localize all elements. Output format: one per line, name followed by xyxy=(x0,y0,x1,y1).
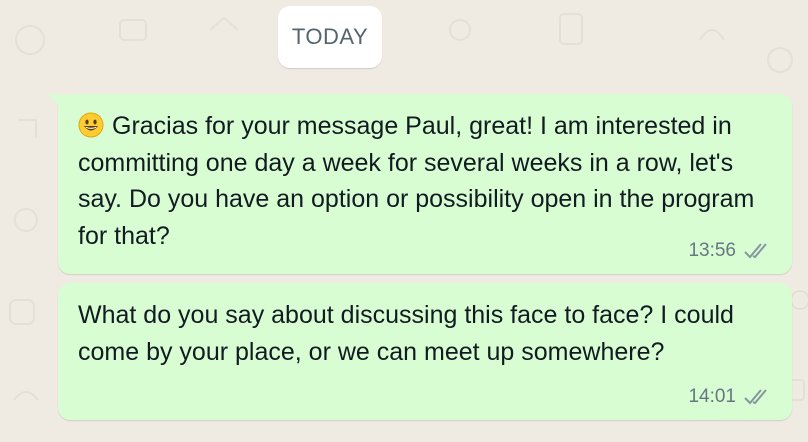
day-separator-today: TODAY xyxy=(278,6,382,68)
grinning-face-emoji-icon xyxy=(78,112,104,138)
message-meta: 13:56 xyxy=(688,240,772,262)
message-body: What do you say about discussing this fa… xyxy=(78,301,734,366)
message-time: 14:01 xyxy=(688,386,736,407)
message-text: What do you say about discussing this fa… xyxy=(78,297,768,370)
read-double-check-icon xyxy=(744,389,767,405)
outgoing-message-bubble[interactable]: Gracias for your message Paul, great! I … xyxy=(48,94,792,274)
message-body: Gracias for your message Paul, great! I … xyxy=(78,112,755,250)
outgoing-message-bubble[interactable]: What do you say about discussing this fa… xyxy=(58,283,792,420)
message-text: Gracias for your message Paul, great! I … xyxy=(78,108,768,254)
message-meta: 14:01 xyxy=(688,386,772,408)
message-time: 13:56 xyxy=(688,240,736,261)
day-separator-label: TODAY xyxy=(291,24,369,49)
read-double-check-icon xyxy=(744,243,767,259)
bubble-tail xyxy=(48,94,62,108)
